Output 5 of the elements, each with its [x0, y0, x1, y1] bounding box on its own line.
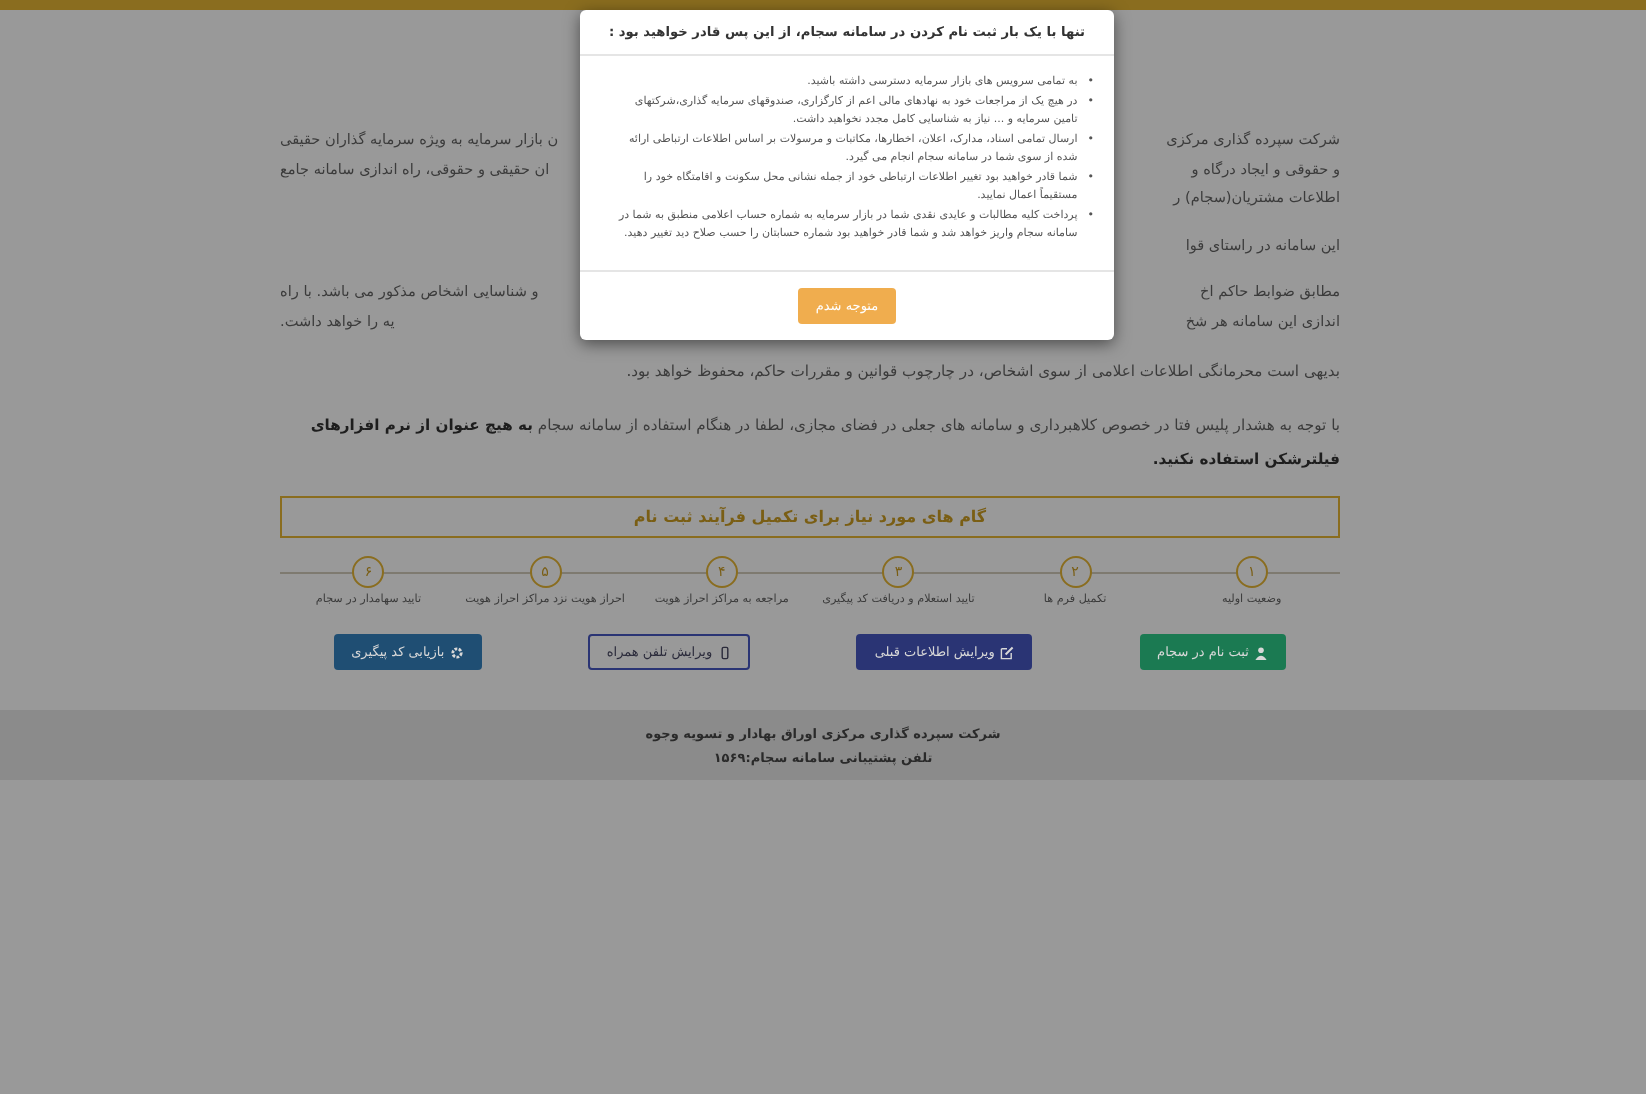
- steps-heading: گام های مورد نیاز برای تکمیل فرآیند ثبت نام: [280, 496, 1340, 538]
- edit-icon: [1000, 645, 1015, 659]
- user-icon: [1254, 645, 1269, 659]
- phone-icon: [718, 645, 733, 659]
- gear-icon: [450, 645, 465, 659]
